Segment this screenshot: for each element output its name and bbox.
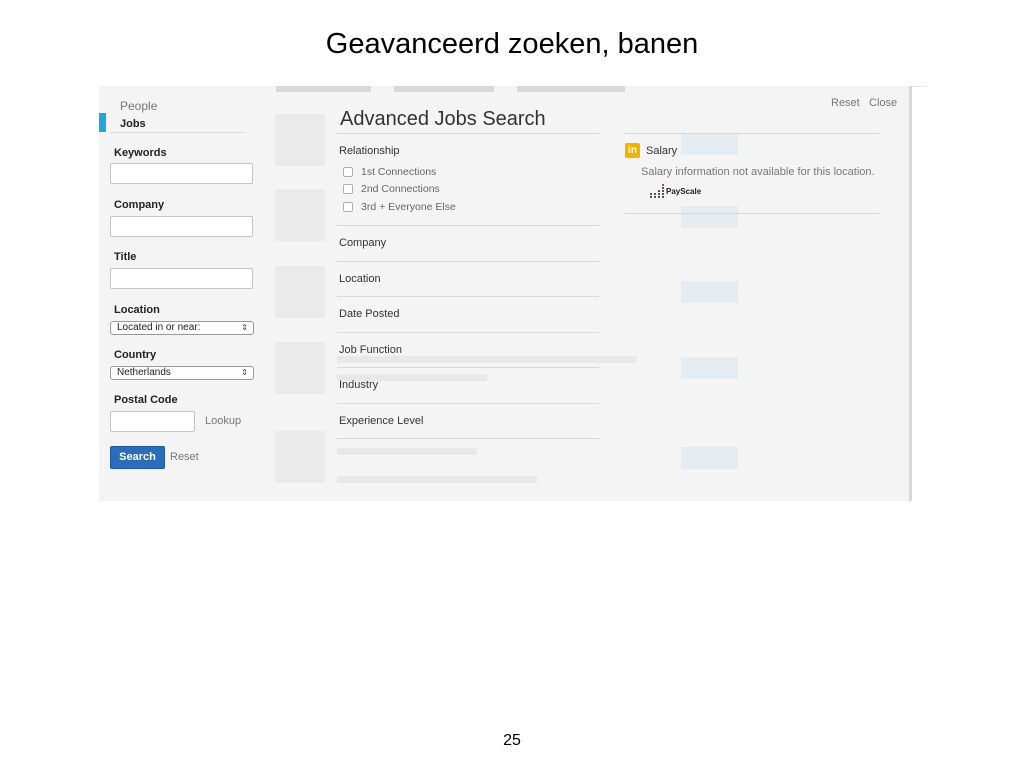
background-button [681,357,738,379]
background-text [337,356,637,363]
select-arrows-icon: ⇕ [241,368,248,377]
reset-link[interactable]: Reset [831,97,860,109]
checkbox-label: 1st Connections [361,166,437,178]
sidebar-reset-link[interactable]: Reset [170,451,199,463]
select-arrows-icon: ⇕ [241,323,248,332]
panel-title: Advanced Jobs Search [340,108,546,130]
section-location[interactable]: Location [339,273,381,285]
background-button [681,133,738,155]
background-tab [517,86,625,92]
title-input[interactable] [110,268,253,289]
section-industry[interactable]: Industry [339,379,378,391]
nav-divider [110,132,244,133]
section-divider [337,296,599,297]
right-divider [625,133,879,134]
country-select[interactable]: Netherlands ⇕ [110,366,254,380]
salary-label: Salary [646,145,678,157]
background-tab [394,86,494,92]
background-button [681,281,738,303]
background-avatar [275,431,325,483]
background-avatar [275,266,325,318]
section-divider [337,438,599,439]
background-button [681,206,738,228]
background-avatar [275,114,325,166]
section-experience-level[interactable]: Experience Level [339,415,423,427]
nav-jobs[interactable]: Jobs [120,118,146,130]
keywords-label: Keywords [114,147,167,159]
section-job-function[interactable]: Job Function [339,344,402,356]
section-divider [337,367,599,368]
background-avatar [275,189,325,241]
advanced-search-screenshot: People Jobs Keywords Company Title Locat… [99,86,912,501]
section-divider [337,332,599,333]
background-avatar [275,342,325,394]
section-divider [337,403,599,404]
close-link[interactable]: Close [869,97,897,109]
background-button [681,447,738,469]
section-date-posted[interactable]: Date Posted [339,308,400,320]
section-company[interactable]: Company [339,237,386,249]
location-label: Location [114,304,160,316]
country-label: Country [114,349,157,361]
checkbox-label: 2nd Connections [361,183,440,195]
checkbox[interactable] [343,202,353,212]
location-select[interactable]: Located in or near: ⇕ [110,321,254,335]
postal-code-label: Postal Code [114,394,178,406]
location-select-value: Located in or near: [117,322,201,333]
company-input[interactable] [110,216,253,237]
company-label: Company [114,199,165,211]
relationship-label: Relationship [339,145,400,157]
checkbox-label: 3rd + Everyone Else [361,201,456,213]
country-select-value: Netherlands [117,367,171,378]
page-number: 25 [503,732,521,749]
payscale-text: PayScale [666,187,702,196]
search-button[interactable]: Search [110,446,165,469]
title-label: Title [114,251,137,263]
salary-message: Salary information not available for thi… [641,166,875,178]
background-text [337,448,477,455]
background-tab [276,86,371,92]
section-divider [337,225,599,226]
checkbox[interactable] [343,167,353,177]
title-divider [337,133,599,134]
keywords-input[interactable] [110,163,253,184]
lookup-link[interactable]: Lookup [205,415,241,427]
section-divider [337,261,599,262]
payscale-dots-icon [650,184,664,198]
slide-title: Geavanceerd zoeken, banen [325,28,699,60]
postal-code-input[interactable] [110,411,195,432]
search-sidebar: People Jobs Keywords Company Title Locat… [99,86,264,501]
nav-people[interactable]: People [120,99,157,113]
linkedin-in-icon: in [625,143,640,158]
background-text [337,476,537,483]
nav-selected-marker [99,113,106,132]
checkbox[interactable] [343,184,353,194]
right-divider [625,213,879,214]
